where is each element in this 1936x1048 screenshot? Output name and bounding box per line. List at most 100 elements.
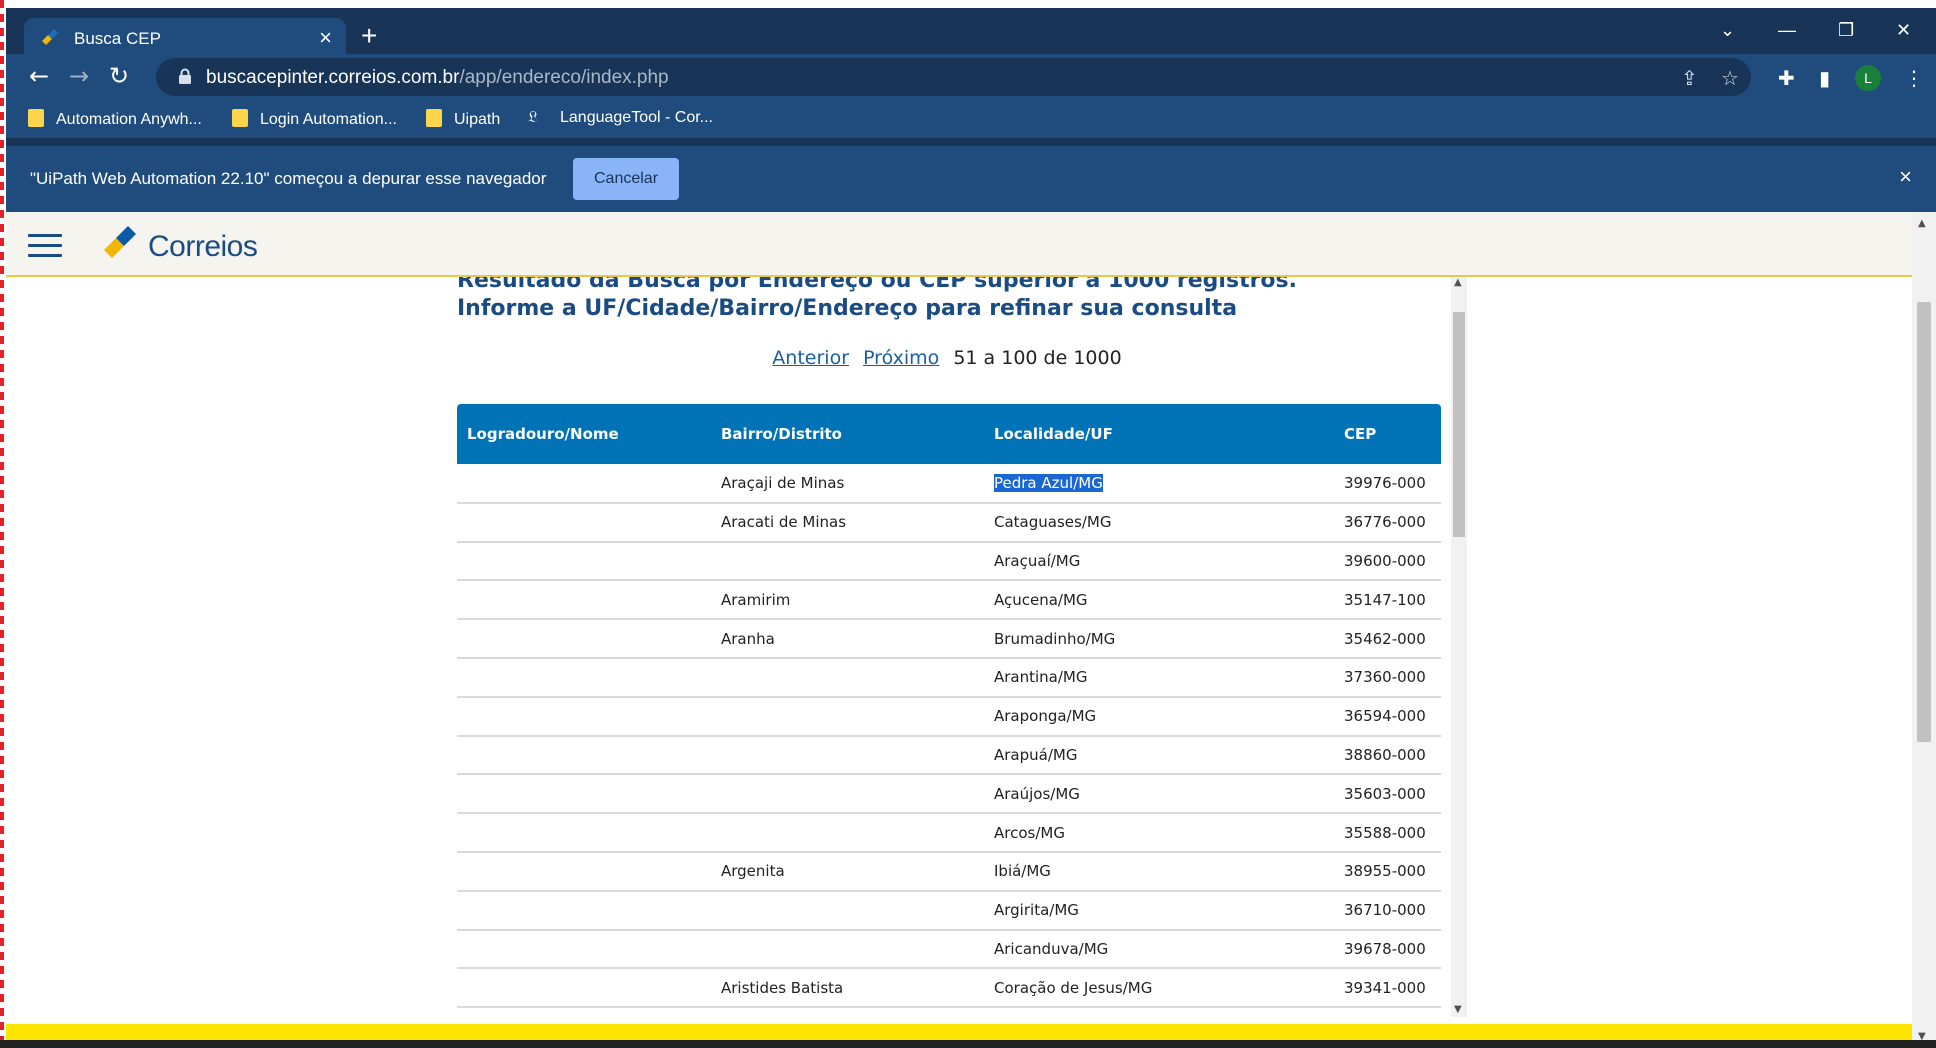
debug-infobar: "UiPath Web Automation 22.10" começou a … bbox=[6, 146, 1936, 212]
cell-logradouro bbox=[457, 580, 711, 621]
cell-text: Aricanduva/MG bbox=[994, 939, 1109, 958]
header-localidade[interactable]: Localidade/UF bbox=[984, 404, 1334, 464]
cell-bairro: Aracati de Minas bbox=[711, 502, 984, 543]
cell-localidade: Argirita/MG bbox=[984, 890, 1334, 931]
cell-localidade: Arcos/MG bbox=[984, 813, 1334, 853]
tab-search-icon[interactable]: ⌄ bbox=[1720, 20, 1735, 41]
correios-favicon-icon bbox=[42, 29, 58, 45]
cell-text: 35603-000 bbox=[1344, 784, 1426, 803]
cell-text: Coração de Jesus/MG bbox=[994, 978, 1153, 997]
logo-text: Correios bbox=[148, 230, 258, 263]
extensions-icon[interactable]: ✚ bbox=[1778, 66, 1795, 90]
cell-logradouro bbox=[457, 541, 711, 582]
reload-icon[interactable]: ↻ bbox=[104, 62, 134, 92]
bookmark-login-automation[interactable]: Login Automation... bbox=[232, 109, 397, 129]
cell-bairro: Argenita bbox=[711, 851, 984, 892]
tab-busca-cep[interactable]: Busca CEP × bbox=[24, 18, 346, 58]
bookmark-uipath[interactable]: Uipath bbox=[426, 109, 500, 129]
scrollbar-thumb[interactable] bbox=[1453, 312, 1465, 537]
table-row: Aricanduva/MG 39678-000 bbox=[457, 929, 1441, 970]
cell-cep: 39341-000 bbox=[1334, 968, 1441, 1009]
side-panel-icon[interactable]: ▮ bbox=[1819, 66, 1830, 90]
folder-icon bbox=[232, 109, 248, 127]
cell-cep: 36710-000 bbox=[1334, 890, 1441, 931]
cell-text: Arapuá/MG bbox=[994, 745, 1078, 764]
scroll-down-icon[interactable]: ▼ bbox=[1454, 1004, 1462, 1015]
cell-bairro bbox=[711, 890, 984, 931]
new-tab-button[interactable]: + bbox=[361, 22, 377, 50]
bookmark-star-icon[interactable]: ☆ bbox=[1721, 66, 1739, 91]
cell-bairro bbox=[711, 735, 984, 776]
cell-bairro bbox=[711, 929, 984, 970]
cell-cep: 35603-000 bbox=[1334, 774, 1441, 815]
cell-text: 35588-000 bbox=[1344, 823, 1426, 842]
cell-text: Argenita bbox=[721, 862, 785, 881]
restore-icon[interactable]: ❐ bbox=[1838, 20, 1854, 41]
table-row: Argirita/MG 36710-000 bbox=[457, 890, 1441, 931]
back-icon[interactable]: ← bbox=[24, 62, 54, 92]
table-row: Arantina/MG 37360-000 bbox=[457, 657, 1441, 698]
menu-kebab-icon[interactable]: ⋮ bbox=[1904, 66, 1924, 90]
tab-close-icon[interactable]: × bbox=[319, 25, 332, 51]
cell-cep: 38860-000 bbox=[1334, 735, 1441, 776]
languagetool-icon: 𝔏 bbox=[528, 109, 538, 126]
url-text: buscacepinter.correios.com.br/app/endere… bbox=[206, 67, 669, 89]
next-link[interactable]: Próximo bbox=[863, 347, 939, 369]
page-scrollbar-thumb[interactable] bbox=[1917, 302, 1931, 742]
previous-link[interactable]: Anterior bbox=[772, 347, 849, 369]
table-row: Araçuaí/MG 39600-000 bbox=[457, 541, 1441, 582]
results-scrollbar[interactable]: ▲ ▼ bbox=[1451, 277, 1467, 1017]
cell-bairro: Aramirim bbox=[711, 580, 984, 621]
cell-localidade: Cataguases/MG bbox=[984, 502, 1334, 543]
header-cep[interactable]: CEP bbox=[1334, 404, 1441, 464]
cell-text: 36776-000 bbox=[1344, 513, 1426, 532]
table-row: Araújos/MG 35603-000 bbox=[457, 774, 1441, 815]
cell-bairro bbox=[711, 696, 984, 737]
bookmark-languagetool[interactable]: 𝔏 LanguageTool - Cor... bbox=[528, 109, 713, 127]
bookmark-automation-anywhere[interactable]: Automation Anywh... bbox=[28, 109, 202, 129]
table-header-row: Logradouro/Nome Bairro/Distrito Localida… bbox=[457, 404, 1441, 464]
cell-text: Cataguases/MG bbox=[994, 513, 1112, 532]
cell-text: Brumadinho/MG bbox=[994, 629, 1116, 648]
cell-localidade: Arantina/MG bbox=[984, 657, 1334, 698]
cell-text: Aranha bbox=[721, 629, 775, 648]
cell-text: 39600-000 bbox=[1344, 551, 1426, 570]
cell-text: Araújos/MG bbox=[994, 784, 1080, 803]
cell-localidade: Aricanduva/MG bbox=[984, 929, 1334, 970]
browser-toolbar: ← → ↻ buscacepinter.correios.com.br/app/… bbox=[6, 54, 1936, 98]
table-body: Araçaji de Minas Pedra Azul/MG 39976-000 Ar… bbox=[457, 464, 1441, 1009]
address-bar[interactable]: buscacepinter.correios.com.br/app/endere… bbox=[156, 58, 1751, 96]
close-window-icon[interactable]: ✕ bbox=[1896, 20, 1911, 41]
cell-logradouro bbox=[457, 696, 711, 737]
page-scroll-up-icon[interactable]: ▲ bbox=[1918, 218, 1926, 229]
cell-cep: 38955-000 bbox=[1334, 851, 1441, 892]
site-header: Correios bbox=[6, 212, 1918, 277]
forward-icon[interactable]: → bbox=[64, 62, 94, 92]
table-row: Arcos/MG 35588-000 bbox=[457, 813, 1441, 853]
cell-text: 39678-000 bbox=[1344, 939, 1426, 958]
share-icon[interactable]: ⇪ bbox=[1681, 66, 1698, 91]
lock-icon[interactable] bbox=[178, 68, 192, 91]
page-range: 51 a 100 de 1000 bbox=[953, 347, 1122, 369]
infobar-close-icon[interactable]: × bbox=[1899, 164, 1912, 190]
minimize-icon[interactable]: — bbox=[1778, 20, 1796, 41]
cell-logradouro bbox=[457, 502, 711, 543]
cell-localidade: Coração de Jesus/MG bbox=[984, 968, 1334, 1009]
cell-logradouro bbox=[457, 464, 711, 504]
scroll-up-icon[interactable]: ▲ bbox=[1454, 277, 1462, 288]
cell-cep: 39600-000 bbox=[1334, 541, 1441, 582]
cell-localidade: Açucena/MG bbox=[984, 580, 1334, 621]
profile-avatar[interactable]: L bbox=[1855, 65, 1881, 91]
infobar-message: "UiPath Web Automation 22.10" começou a … bbox=[30, 169, 547, 188]
cell-localidade: Araponga/MG bbox=[984, 696, 1334, 737]
cancel-debug-button[interactable]: Cancelar bbox=[573, 158, 679, 200]
hamburger-menu-icon[interactable] bbox=[28, 234, 62, 258]
cell-bairro: Araçaji de Minas bbox=[711, 464, 984, 504]
header-logradouro[interactable]: Logradouro/Nome bbox=[457, 404, 711, 464]
header-bairro[interactable]: Bairro/Distrito bbox=[711, 404, 984, 464]
page-scrollbar[interactable]: ▲ ▼ bbox=[1912, 212, 1936, 1048]
cell-bairro: Aristides Batista bbox=[711, 968, 984, 1009]
correios-logo[interactable]: Correios bbox=[102, 226, 258, 266]
table-row: Arapuá/MG 38860-000 bbox=[457, 735, 1441, 776]
cell-text: Ibiá/MG bbox=[994, 862, 1051, 881]
